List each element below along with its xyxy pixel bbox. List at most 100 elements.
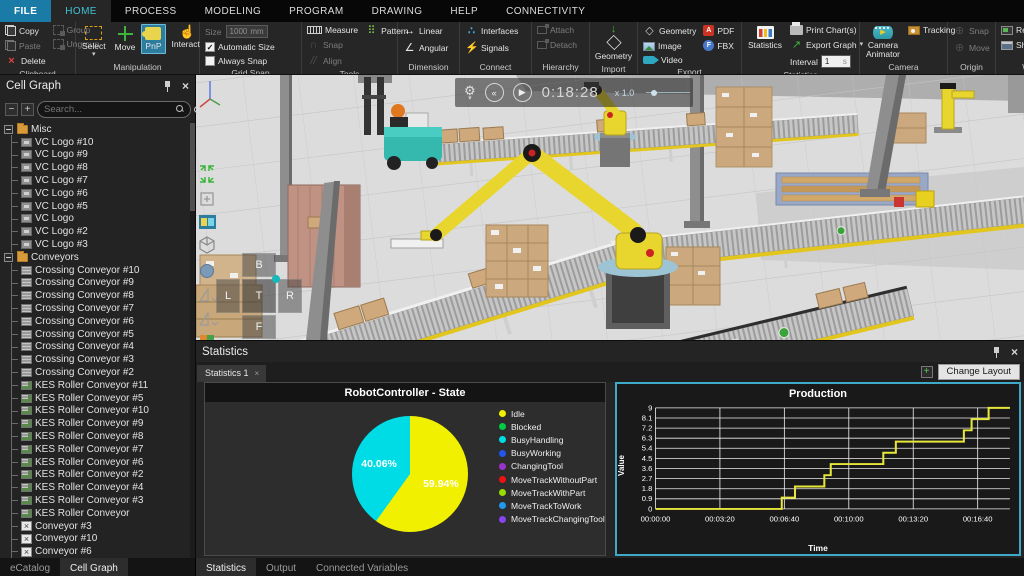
ribbon-tab-file[interactable]: FILE bbox=[0, 0, 51, 22]
tree-item[interactable]: KES Roller Conveyor #3 bbox=[0, 494, 195, 507]
dock-tab-statistics[interactable]: Statistics bbox=[196, 558, 256, 576]
view-cube-back[interactable]: B bbox=[242, 253, 276, 277]
ribbon-tab-modeling[interactable]: MODELING bbox=[191, 0, 276, 22]
tree-item[interactable]: KES Roller Conveyor #10 bbox=[0, 405, 195, 418]
ribbon-tab-home[interactable]: HOME bbox=[51, 0, 111, 22]
measure-button[interactable]: Measure bbox=[305, 24, 360, 36]
pnp-button[interactable]: PnP bbox=[141, 24, 165, 54]
export-pdf-button[interactable]: APDF bbox=[701, 24, 736, 37]
search-box[interactable] bbox=[37, 101, 191, 118]
tree-item[interactable]: Crossing Conveyor #6 bbox=[0, 315, 195, 328]
interfaces-button[interactable]: ∴Interfaces bbox=[463, 24, 520, 38]
interval-input[interactable]: 1s bbox=[821, 55, 851, 68]
export-graph-button[interactable]: ↗Export Graph▾ bbox=[788, 38, 865, 52]
pie-chart-panel[interactable]: RobotController - State IdleBlockedBusyH… bbox=[204, 382, 606, 556]
tree-item[interactable]: Crossing Conveyor #7 bbox=[0, 302, 195, 315]
snap-button[interactable]: ∩Snap bbox=[305, 38, 360, 52]
paste-button[interactable]: Paste bbox=[3, 39, 48, 52]
tree-item[interactable]: KES Roller Conveyor #6 bbox=[0, 456, 195, 469]
tree-item[interactable]: KES Roller Conveyor #11 bbox=[0, 379, 195, 392]
panel-tab-ecatalog[interactable]: eCatalog bbox=[0, 558, 60, 576]
view-cube-left[interactable]: L bbox=[216, 279, 240, 313]
search-input[interactable] bbox=[44, 104, 176, 115]
pallet-dispenser[interactable] bbox=[776, 173, 934, 207]
collapse-all-button[interactable]: − bbox=[5, 103, 18, 116]
tree-item[interactable]: Conveyor #3 bbox=[0, 520, 195, 533]
detach-button[interactable]: Detach bbox=[535, 39, 579, 51]
tree-item[interactable]: Crossing Conveyor #5 bbox=[0, 328, 195, 341]
tree-item[interactable]: VC Logo #2 bbox=[0, 225, 195, 238]
close-icon[interactable]: × bbox=[1011, 346, 1018, 358]
tree-item[interactable]: VC Logo #6 bbox=[0, 187, 195, 200]
show-button[interactable]: Show▾ bbox=[999, 39, 1024, 51]
tree-item[interactable]: KES Roller Conveyor #8 bbox=[0, 430, 195, 443]
statistics-button[interactable]: Statistics bbox=[745, 24, 785, 52]
rewind-button[interactable]: « bbox=[485, 83, 504, 102]
close-icon[interactable]: × bbox=[182, 80, 189, 92]
export-fbx-button[interactable]: FFBX bbox=[701, 39, 736, 52]
size-input[interactable]: 1000mm bbox=[226, 25, 268, 38]
export-video-button[interactable]: Video bbox=[641, 54, 698, 66]
tree-item[interactable]: Conveyor #6 bbox=[0, 545, 195, 558]
pin-icon[interactable] bbox=[163, 81, 172, 92]
tree-item[interactable]: VC Logo bbox=[0, 213, 195, 226]
move-button[interactable]: Move bbox=[112, 24, 139, 54]
interact-button[interactable]: ☝Interact bbox=[169, 24, 203, 51]
ribbon-tab-process[interactable]: PROCESS bbox=[111, 0, 191, 22]
ribbon-tab-drawing[interactable]: DRAWING bbox=[358, 0, 437, 22]
tree-item[interactable]: Conveyors bbox=[0, 251, 195, 264]
pallet-stack[interactable] bbox=[666, 247, 720, 305]
copy-button[interactable]: Copy bbox=[3, 24, 48, 37]
render-mode-icon[interactable] bbox=[199, 215, 216, 229]
ribbon-tab-program[interactable]: PROGRAM bbox=[275, 0, 357, 22]
tree-item[interactable]: VC Logo #5 bbox=[0, 200, 195, 213]
collapse-node-icon[interactable] bbox=[4, 125, 13, 134]
change-layout-button[interactable]: Change Layout bbox=[938, 364, 1020, 380]
signals-button[interactable]: ⚡Signals bbox=[463, 41, 511, 55]
view-cube-right[interactable]: R bbox=[278, 279, 302, 313]
origin-snap-button[interactable]: ⊕Snap bbox=[951, 24, 991, 38]
linear-button[interactable]: ↔Linear bbox=[401, 24, 445, 38]
ribbon-tab-help[interactable]: HELP bbox=[436, 0, 492, 22]
tree-item[interactable]: VC Logo #7 bbox=[0, 174, 195, 187]
tree-item[interactable]: Crossing Conveyor #10 bbox=[0, 264, 195, 277]
always-snap-checkbox[interactable]: Always Snap bbox=[203, 55, 269, 67]
view-cube-front[interactable]: F bbox=[242, 315, 276, 339]
view-cube-top[interactable]: T bbox=[242, 279, 276, 313]
expand-all-button[interactable]: + bbox=[21, 103, 34, 116]
attach-button[interactable]: Attach bbox=[535, 24, 576, 36]
export-geometry-button[interactable]: ◇Geometry bbox=[641, 24, 698, 38]
angular-button[interactable]: ∠Angular bbox=[401, 41, 450, 55]
tree-item[interactable]: Conveyor #10 bbox=[0, 533, 195, 546]
tree-item[interactable]: VC Logo #8 bbox=[0, 161, 195, 174]
align-button[interactable]: //Align bbox=[305, 54, 360, 68]
camera-animator-button[interactable]: Camera Animator bbox=[863, 24, 903, 61]
select-button[interactable]: Select▾ bbox=[79, 24, 109, 59]
tree-item[interactable]: Crossing Conveyor #2 bbox=[0, 366, 195, 379]
tree-item[interactable]: KES Roller Conveyor #9 bbox=[0, 417, 195, 430]
steel-column[interactable] bbox=[1008, 75, 1024, 113]
tree-item[interactable]: KES Roller Conveyor #4 bbox=[0, 481, 195, 494]
line-chart-panel[interactable]: Production 00.91.82.73.64.55.46.37.28.19… bbox=[615, 382, 1021, 556]
tree-item[interactable]: VC Logo #10 bbox=[0, 136, 195, 149]
panel-tab-cell-graph[interactable]: Cell Graph bbox=[60, 558, 128, 576]
automatic-size-checkbox[interactable]: ✓Automatic Size bbox=[203, 41, 277, 53]
add-chart-icon[interactable]: + bbox=[921, 366, 933, 378]
playback-settings-button[interactable]: ⚙ ▾ bbox=[464, 84, 476, 101]
collapse-node-icon[interactable] bbox=[4, 253, 13, 262]
view-cube[interactable]: B L T R F bbox=[216, 253, 302, 339]
tree-item[interactable]: VC Logo #9 bbox=[0, 149, 195, 162]
pin-icon[interactable] bbox=[992, 347, 1001, 358]
dock-tab-connected-variables[interactable]: Connected Variables bbox=[306, 558, 418, 576]
tree-item[interactable]: KES Roller Conveyor #7 bbox=[0, 443, 195, 456]
export-image-button[interactable]: Image bbox=[641, 40, 698, 52]
tree-item[interactable]: Crossing Conveyor #3 bbox=[0, 353, 195, 366]
dock-tab-output[interactable]: Output bbox=[256, 558, 306, 576]
delete-button[interactable]: ×Delete bbox=[3, 54, 48, 68]
tree-item[interactable]: Crossing Conveyor #4 bbox=[0, 341, 195, 354]
play-button[interactable]: ▶ bbox=[513, 83, 532, 102]
import-geometry-button[interactable]: ↓Geometry bbox=[592, 24, 635, 63]
print-charts-button[interactable]: Print Chart(s) bbox=[788, 24, 865, 36]
statistics-tab-1[interactable]: Statistics 1× bbox=[197, 365, 266, 382]
restore-windows-button[interactable]: Restore Windows bbox=[999, 24, 1024, 36]
